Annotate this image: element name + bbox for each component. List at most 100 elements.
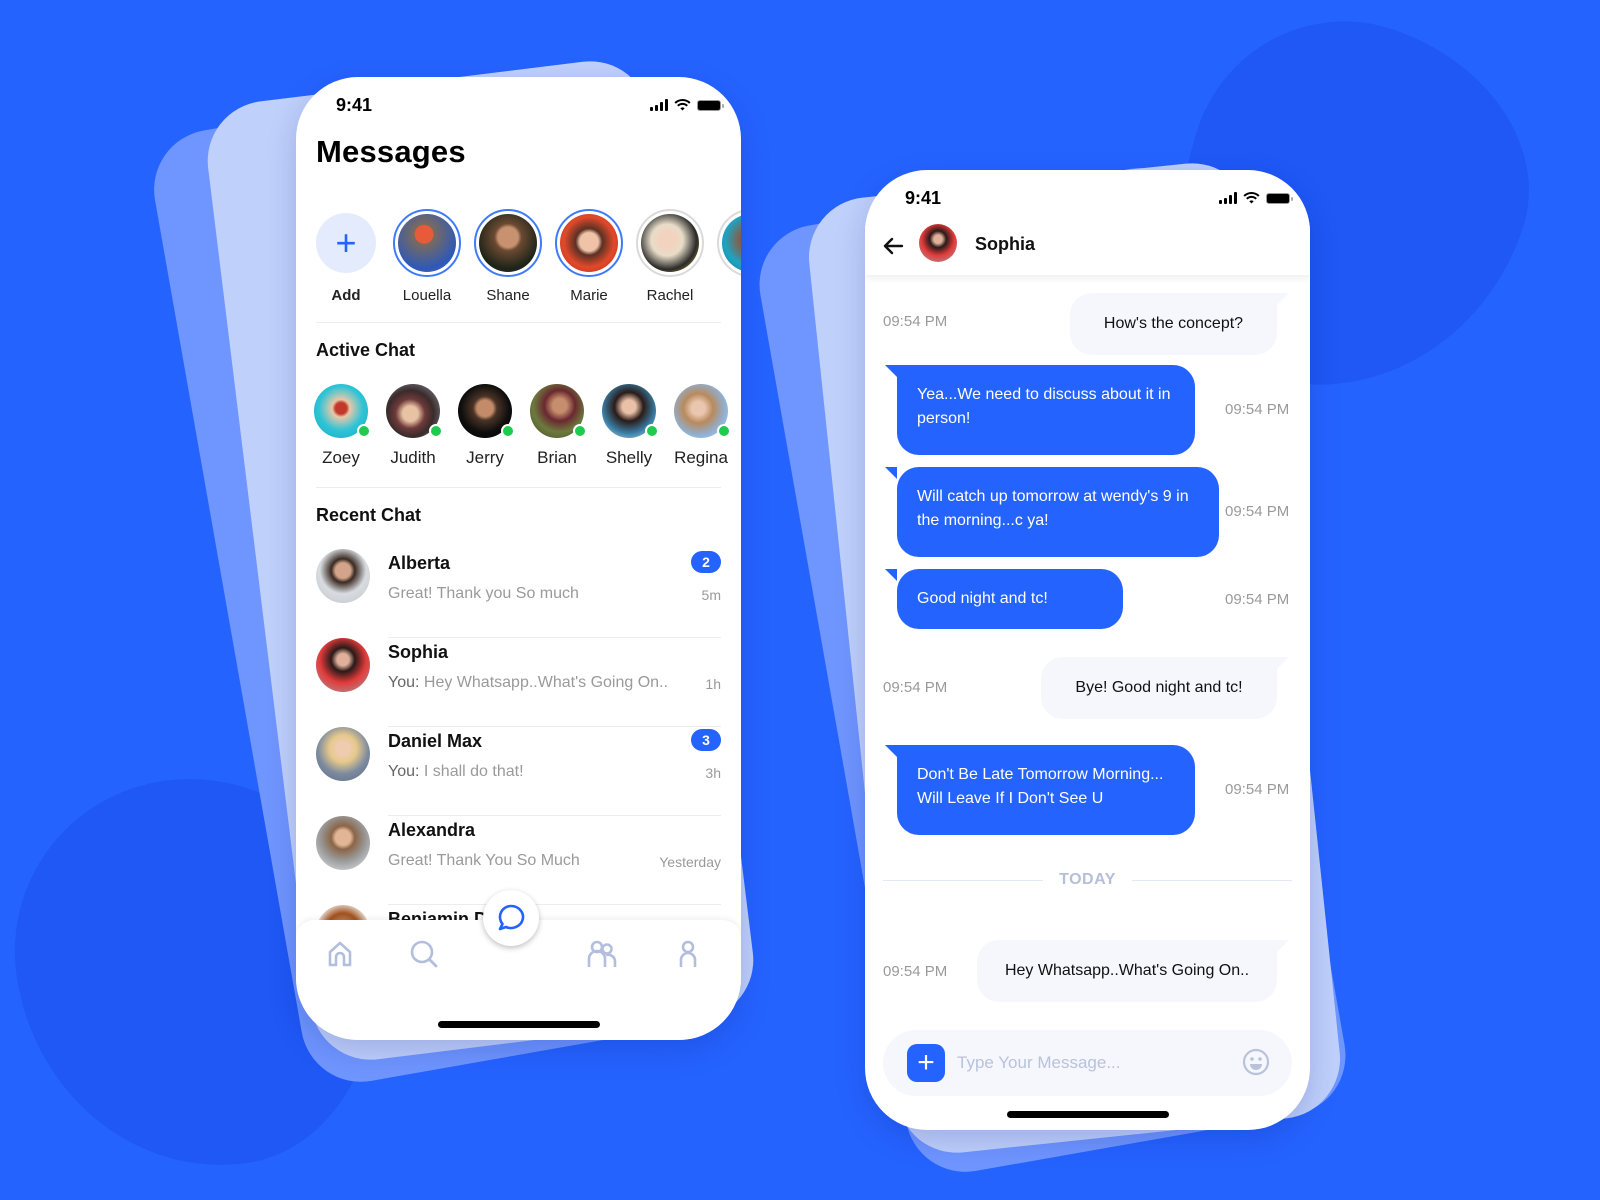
home-indicator (1006, 1111, 1169, 1118)
chat-header: Sophia (865, 222, 1310, 275)
contact-name: Judith (390, 448, 436, 467)
day-separator-label: TODAY (1059, 871, 1116, 888)
search-icon[interactable] (408, 938, 440, 970)
message-bubble-incoming: How's the concept? (1070, 293, 1289, 355)
message-composer: + (883, 1030, 1292, 1096)
status-bar: 9:41 (296, 77, 741, 137)
active-chat-row: Zoey Judith Jerry Brian Shelly Regina (314, 384, 731, 468)
chat-time: 3h (705, 765, 721, 781)
message-bubble-incoming: Hey Whatsapp..What's Going On.. (977, 940, 1289, 1002)
add-story-button[interactable]: + Add (316, 209, 376, 304)
avatar (674, 384, 731, 438)
active-contact[interactable]: Shelly (602, 384, 659, 468)
home-indicator (437, 1021, 600, 1028)
chat-preview: Great! Thank You So Much (388, 852, 580, 869)
unread-badge: 2 (691, 551, 721, 573)
status-time: 9:41 (905, 188, 942, 208)
active-contact[interactable]: Jerry (458, 384, 515, 468)
story-label: Louella (402, 287, 452, 304)
avatar (641, 214, 699, 272)
avatar (316, 638, 370, 692)
avatar (458, 384, 515, 438)
online-indicator (717, 424, 731, 438)
divider (316, 487, 721, 488)
story-item[interactable]: Rachel (636, 209, 704, 304)
message-time: 09:54 PM (883, 963, 948, 980)
story-label: Shane (486, 287, 530, 304)
attach-button[interactable]: + (907, 1044, 945, 1082)
divider (1131, 879, 1292, 881)
battery-icon (1266, 192, 1293, 204)
plus-icon: + (917, 1046, 935, 1079)
chat-name: Sophia (388, 642, 449, 662)
wifi-icon (674, 99, 691, 111)
message-input[interactable] (957, 1048, 1227, 1078)
bottom-tab-bar (296, 890, 741, 1040)
back-arrow-icon[interactable] (881, 234, 905, 258)
message-bubble-outgoing: Don't Be Late Tomorrow Morning... Will L… (885, 745, 1195, 835)
emoji-icon[interactable] (1242, 1048, 1270, 1076)
wifi-icon (1243, 192, 1260, 204)
home-icon[interactable] (324, 938, 356, 970)
unread-badge: 3 (691, 729, 721, 751)
contact-name[interactable]: Sophia (975, 234, 1035, 255)
chat-name: Daniel Max (388, 731, 483, 751)
people-icon[interactable] (586, 938, 618, 970)
signal-icon (650, 99, 668, 111)
profile-icon[interactable] (672, 938, 704, 970)
messages-screen: 9:41 Messages + Add Louella Shane Marie … (296, 77, 741, 1040)
status-icons (650, 99, 724, 111)
chat-time: Yesterday (659, 854, 721, 870)
story-item[interactable]: Marie (555, 209, 623, 304)
contact-name: Zoey (322, 448, 360, 467)
chat-list-item[interactable]: Alberta 2 Great! Thank you So much 5m (316, 549, 721, 638)
contact-name: Brian (537, 448, 577, 467)
chat-tab-button[interactable] (483, 890, 539, 946)
online-indicator (645, 424, 659, 438)
story-label: Add (331, 287, 361, 304)
chat-time: 1h (705, 676, 721, 692)
avatar (386, 384, 443, 438)
active-contact[interactable]: Brian (530, 384, 587, 468)
contact-avatar[interactable] (919, 224, 957, 262)
online-indicator (501, 424, 515, 438)
chat-name: Alexandra (388, 820, 476, 840)
chat-name: Alberta (388, 553, 451, 573)
story-item[interactable]: Shane (474, 209, 542, 304)
chat-list-item[interactable]: Daniel Max 3 You: I shall do that! 3h (316, 727, 721, 816)
active-contact[interactable]: Regina (674, 384, 731, 468)
message-time: 09:54 PM (1225, 591, 1290, 608)
online-indicator (357, 424, 371, 438)
contact-name: Shelly (605, 448, 653, 467)
story-item[interactable]: Louella (393, 209, 461, 304)
chat-preview: You: Hey Whatsapp..What's Going On.. (388, 674, 668, 691)
signal-icon (1219, 192, 1237, 204)
plus-icon[interactable]: + (316, 213, 376, 273)
story-item[interactable]: D (717, 209, 741, 304)
active-contact[interactable]: Judith (386, 384, 443, 468)
contact-name: Jerry (466, 448, 504, 467)
recent-chat-heading: Recent Chat (316, 505, 422, 525)
avatar (316, 549, 370, 603)
status-time: 9:41 (336, 95, 373, 115)
avatar (722, 214, 741, 272)
message-time: 09:54 PM (883, 679, 948, 696)
avatar (479, 214, 537, 272)
day-separator: TODAY (883, 870, 1292, 890)
stories-row[interactable]: + Add Louella Shane Marie Rachel D (316, 209, 741, 304)
divider (316, 322, 721, 323)
avatar (398, 214, 456, 272)
story-label: Marie (570, 287, 608, 304)
avatar (316, 816, 370, 870)
online-indicator (573, 424, 587, 438)
message-bubble-outgoing: Good night and tc! (885, 569, 1123, 629)
contact-name: Regina (674, 448, 728, 467)
status-icons (1219, 192, 1293, 204)
chat-preview: You: I shall do that! (388, 763, 524, 780)
chat-time: 5m (701, 587, 721, 603)
active-contact[interactable]: Zoey (314, 384, 371, 468)
message-bubble-outgoing: Will catch up tomorrow at wendy's 9 in t… (885, 467, 1219, 557)
chat-list-item[interactable]: Sophia You: Hey Whatsapp..What's Going O… (316, 638, 721, 727)
message-time: 09:54 PM (1225, 503, 1290, 520)
status-bar: 9:41 (865, 170, 1310, 230)
